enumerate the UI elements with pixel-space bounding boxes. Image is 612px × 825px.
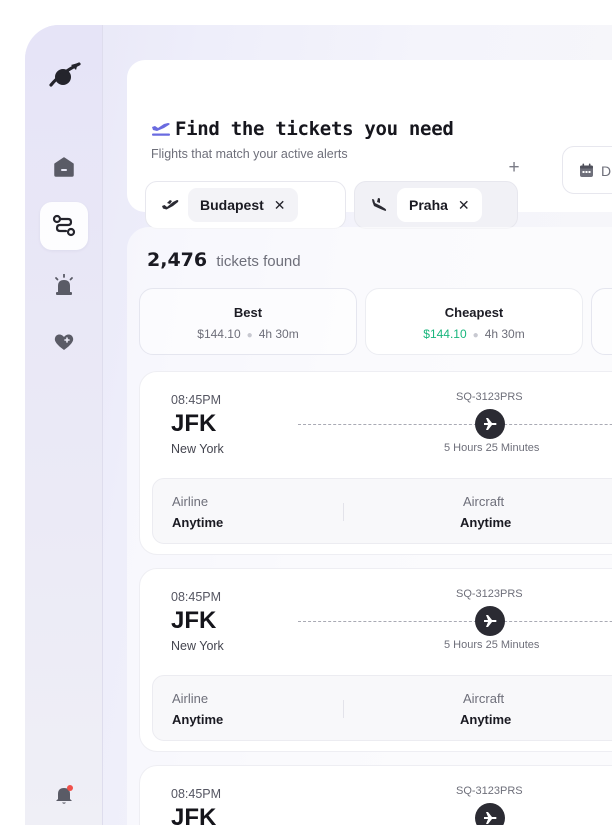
aircraft-value: Anytime: [460, 515, 512, 530]
origin-field[interactable]: Budapest ✕: [145, 181, 346, 229]
departure-code: JFK: [171, 607, 217, 634]
divider: [343, 503, 344, 521]
bell-icon: [53, 784, 75, 806]
departure-code: JFK: [171, 410, 217, 437]
planet-logo-icon[interactable]: [47, 59, 81, 93]
flight-duration: 5 Hours 25 Minutes: [444, 639, 540, 651]
departure-time: 08:45PM: [171, 393, 222, 407]
app-window: Find the tickets you need Flights that m…: [25, 25, 612, 825]
flight-number: SQ-3123PRS: [456, 785, 523, 797]
airline-label: Airline: [172, 494, 209, 509]
date-field[interactable]: D: [562, 146, 612, 194]
calendar-icon: [579, 163, 594, 183]
sort-tab-price: $144.10: [423, 327, 467, 341]
search-card: Find the tickets you need Flights that m…: [127, 60, 612, 229]
close-icon[interactable]: ✕: [274, 197, 286, 214]
ticket-card[interactable]: 08:45PM JFK New York SQ-3123PRS 5 Hours …: [139, 568, 612, 752]
ticket-card[interactable]: 08:45PM JFK SQ-3123PRS: [139, 765, 612, 825]
page-title: Find the tickets you need: [175, 118, 454, 140]
departure-city: New York: [171, 639, 224, 653]
heart-plus-icon: [53, 331, 75, 353]
flight-duration: 5 Hours 25 Minutes: [444, 442, 540, 454]
destination-tag: Praha ✕: [397, 188, 482, 222]
separator-dot: ●: [472, 330, 479, 341]
sort-tab-more[interactable]: [591, 288, 612, 355]
departure-code: JFK: [171, 804, 217, 825]
origin-value: Budapest: [200, 197, 264, 213]
route-line: [298, 621, 612, 622]
alarm-icon: [53, 274, 75, 296]
flight-number: SQ-3123PRS: [456, 588, 523, 600]
airline-value: Anytime: [172, 712, 224, 727]
plane-departure-icon: [161, 197, 179, 218]
plane-arrival-icon: [370, 197, 388, 218]
origin-tag: Budapest ✕: [188, 188, 298, 222]
sort-tab-duration: 4h 30m: [258, 327, 299, 341]
notifications-button[interactable]: [40, 771, 88, 819]
destination-field[interactable]: Praha ✕: [354, 181, 518, 229]
main-content: Find the tickets you need Flights that m…: [103, 25, 612, 825]
airplane-icon: [475, 803, 505, 825]
aircraft-value: Anytime: [460, 712, 512, 727]
airline-value: Anytime: [172, 515, 224, 530]
departure-time: 08:45PM: [171, 787, 222, 801]
sort-tab-price: $144.10: [197, 327, 241, 341]
sidebar: [25, 25, 103, 825]
airplane-icon: [475, 409, 505, 439]
ticket-card[interactable]: 08:45PM JFK New York SQ-3123PRS 5 Hours …: [139, 371, 612, 555]
route-line: [298, 424, 612, 425]
airplane-icon: [475, 606, 505, 636]
results-count-number: 2,476: [147, 249, 208, 271]
results-count-label: tickets found: [216, 253, 301, 270]
date-label: D: [601, 163, 612, 179]
page-subtitle: Flights that match your active alerts: [151, 147, 348, 161]
sidebar-item-routes[interactable]: [40, 202, 88, 250]
ticket-details: Airline Anytime Aircraft Anytime: [152, 675, 612, 741]
airline-label: Airline: [172, 691, 209, 706]
ticket-details: Airline Anytime Aircraft Anytime: [152, 478, 612, 544]
results-count: 2,476 tickets found: [147, 249, 301, 272]
aircraft-label: Aircraft: [463, 691, 505, 706]
sort-tab-duration: 4h 30m: [484, 327, 525, 341]
sort-tab-cheapest[interactable]: Cheapest $144.10 ● 4h 30m: [365, 288, 583, 355]
sort-tab-title: Cheapest: [444, 305, 504, 320]
plane-takeoff-icon: [151, 119, 171, 142]
divider: [343, 700, 344, 718]
separator-dot: ●: [246, 330, 253, 341]
sort-tab-best[interactable]: Best $144.10 ● 4h 30m: [139, 288, 357, 355]
destination-value: Praha: [409, 197, 448, 213]
aircraft-label: Aircraft: [463, 494, 505, 509]
sort-tab-title: Best: [233, 305, 263, 320]
home-icon: [53, 156, 75, 178]
departure-city: New York: [171, 442, 224, 456]
flight-number: SQ-3123PRS: [456, 391, 523, 403]
sidebar-item-alerts[interactable]: [40, 261, 88, 309]
add-destination-button[interactable]: +: [502, 157, 526, 181]
departure-time: 08:45PM: [171, 590, 222, 604]
sidebar-item-home[interactable]: [40, 143, 88, 191]
route-icon: [52, 214, 76, 238]
sidebar-item-favorites[interactable]: [40, 318, 88, 366]
close-icon[interactable]: ✕: [458, 197, 470, 214]
